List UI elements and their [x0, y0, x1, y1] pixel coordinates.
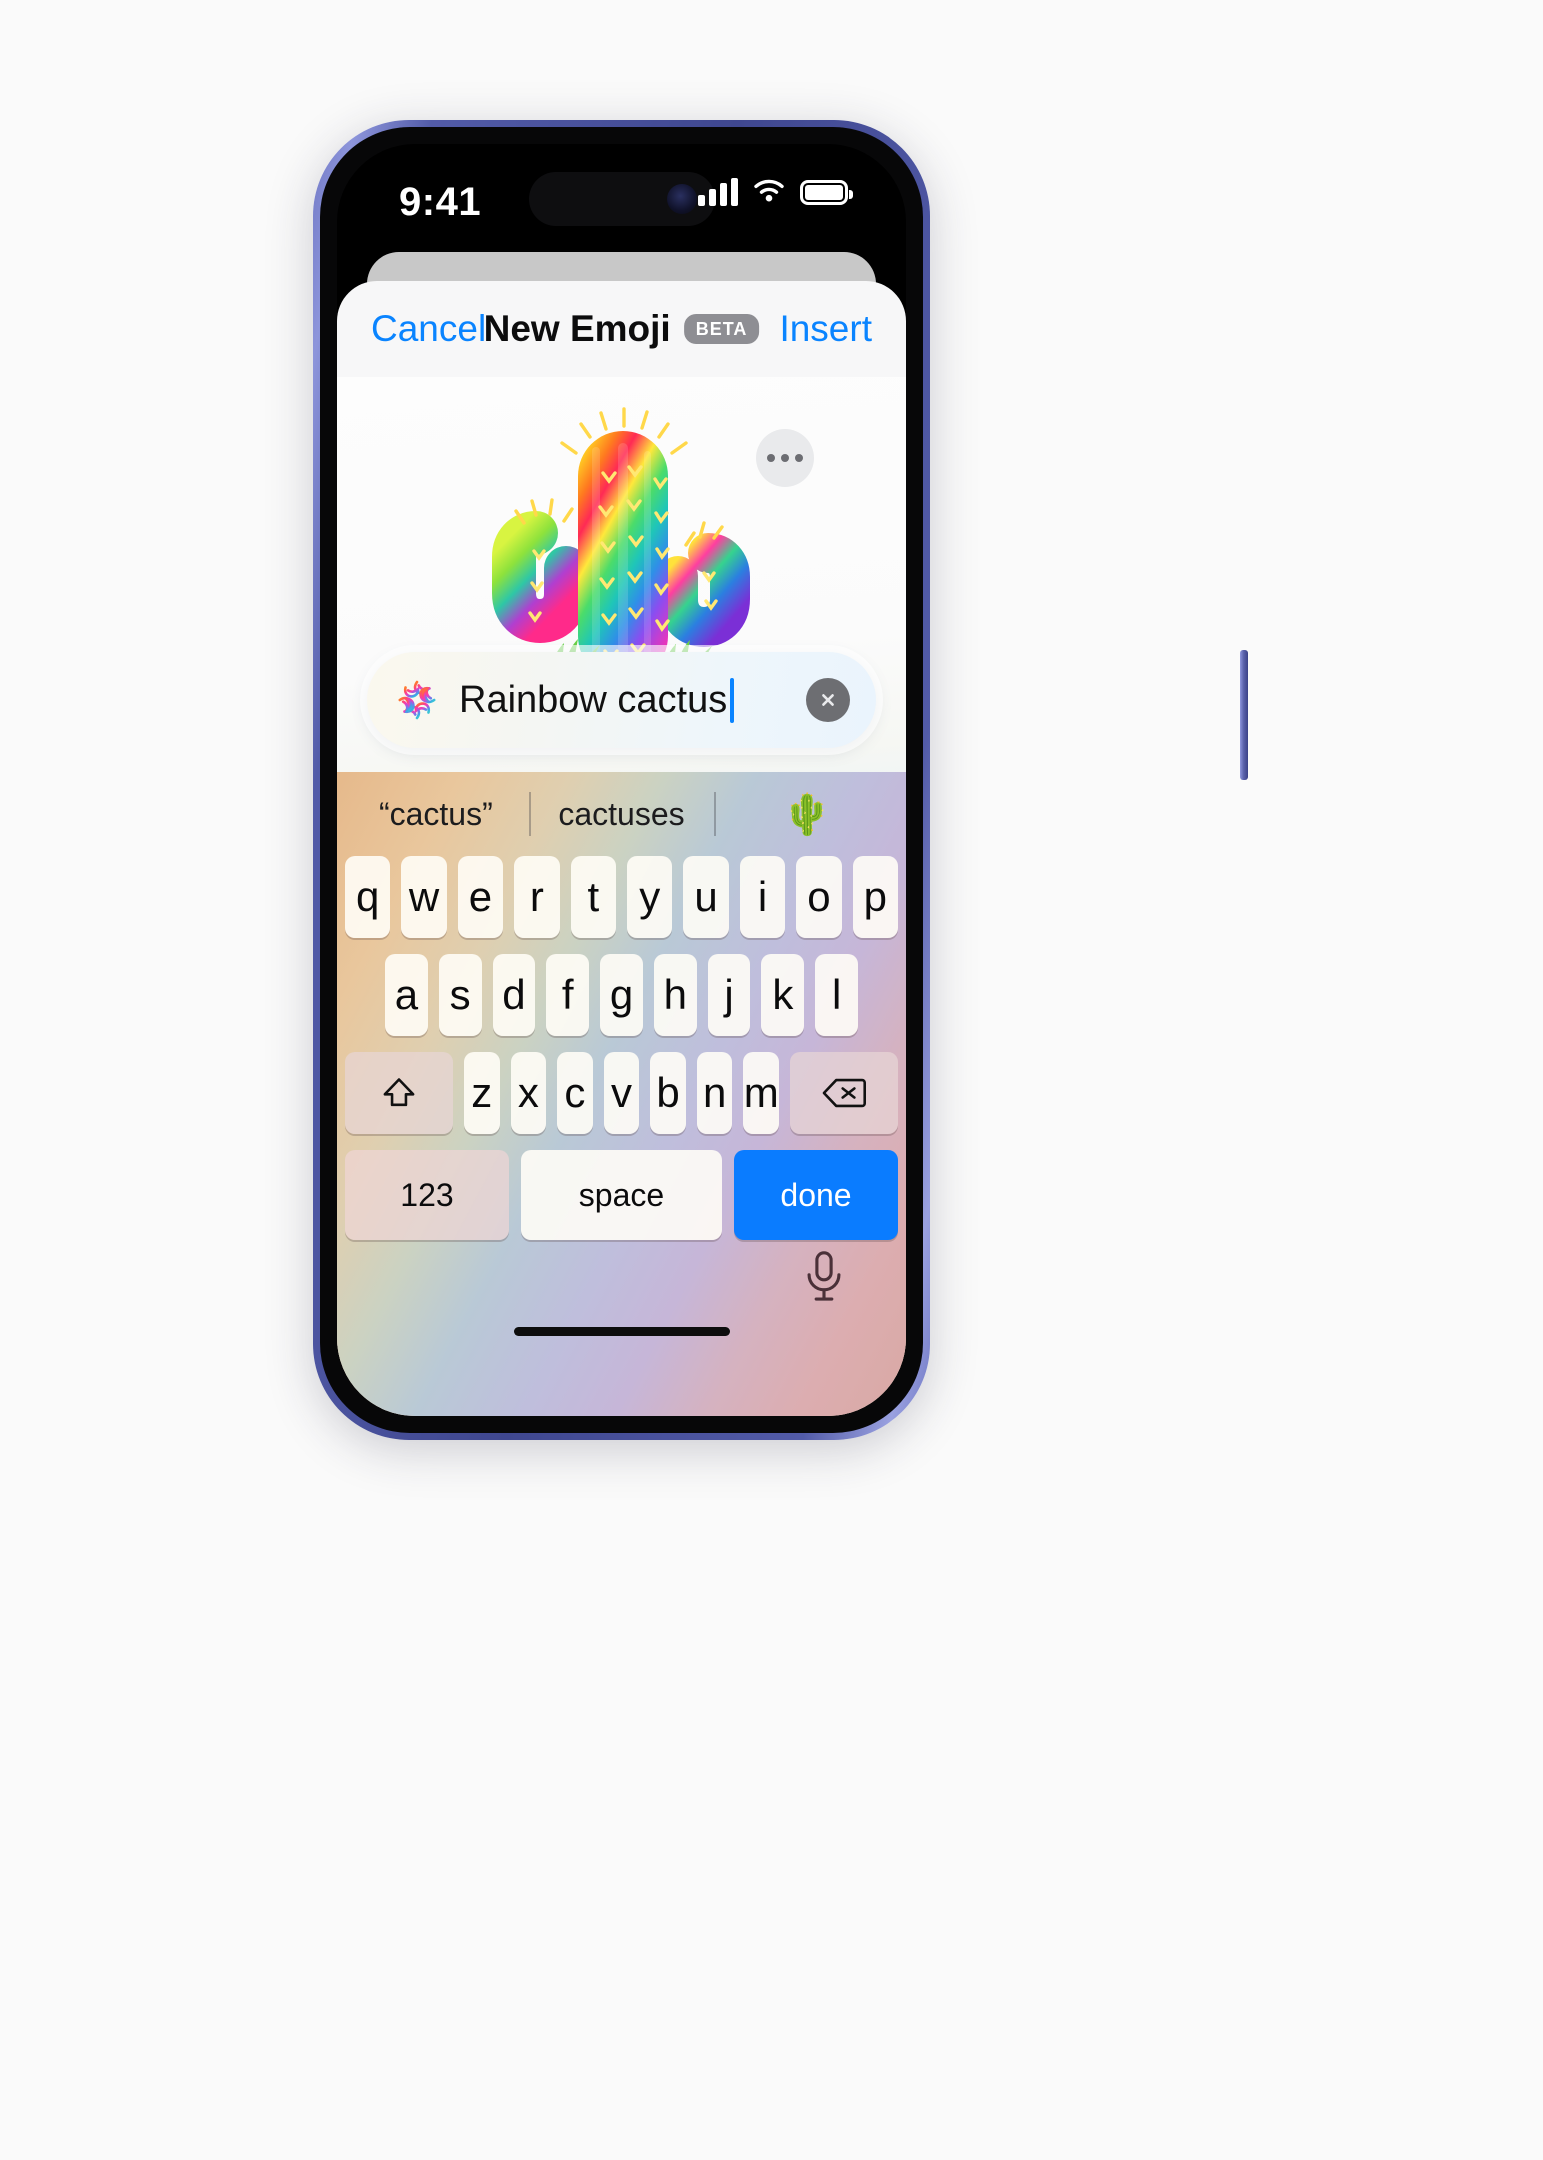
cancel-button[interactable]: Cancel	[371, 308, 486, 350]
close-icon	[822, 694, 834, 706]
backspace-icon[interactable]	[790, 1052, 899, 1134]
key-k[interactable]: k	[761, 954, 805, 1036]
wifi-icon	[754, 179, 784, 202]
suggestion-emoji[interactable]: 🌵	[714, 786, 900, 842]
suggestion-word[interactable]: cactuses	[528, 786, 715, 842]
keyboard-row-4: 123 space done	[337, 1150, 906, 1240]
home-indicator[interactable]	[513, 1327, 730, 1336]
key-o[interactable]: o	[796, 856, 842, 938]
key-h[interactable]: h	[653, 954, 697, 1036]
new-emoji-sheet: Cancel New Emoji BETA Insert Rainbow cac…	[337, 281, 906, 1416]
keyboard-bottom-bar	[337, 1240, 906, 1358]
shift-icon[interactable]	[344, 1052, 453, 1134]
key-s[interactable]: s	[438, 954, 482, 1036]
microphone-icon[interactable]	[804, 1250, 844, 1304]
key-u[interactable]: u	[683, 856, 729, 938]
sheet-title-group: New Emoji BETA	[484, 308, 760, 350]
suggestion-literal[interactable]: “cactus”	[343, 786, 529, 842]
key-x[interactable]: x	[510, 1052, 547, 1134]
clear-circle-icon[interactable]	[806, 678, 850, 722]
front-camera-icon	[667, 184, 698, 214]
prompt-field-text-row: Rainbow cactus	[459, 677, 806, 723]
key-a[interactable]: a	[384, 954, 428, 1036]
signal-bars-icon	[698, 178, 738, 206]
key-y[interactable]: y	[627, 856, 673, 938]
key-n[interactable]: n	[696, 1052, 733, 1134]
keyboard-row-1: q w e r t y u i o p	[337, 856, 906, 938]
apple-intelligence-icon	[398, 680, 436, 720]
power-button[interactable]	[1240, 650, 1248, 780]
key-q[interactable]: q	[344, 856, 391, 938]
insert-button[interactable]: Insert	[779, 308, 872, 350]
key-v[interactable]: v	[603, 1052, 640, 1134]
done-key[interactable]: done	[734, 1150, 898, 1240]
status-bar-time: 9:41	[399, 180, 482, 224]
screenshot-stage: 9:41 Cancel New Emoji BETA Insert Rainbo…	[0, 0, 1543, 2160]
key-m[interactable]: m	[743, 1052, 780, 1134]
key-e[interactable]: e	[457, 856, 504, 938]
page-title: New Emoji	[483, 308, 671, 349]
device-bezel: 9:41 Cancel New Emoji BETA Insert Rainbo…	[320, 127, 923, 1433]
iphone-device-frame: 9:41 Cancel New Emoji BETA Insert Rainbo…	[313, 120, 1248, 1440]
key-l[interactable]: l	[815, 954, 859, 1036]
keyboard-row-2: a s d f g h j k l	[337, 954, 906, 1036]
key-r[interactable]: r	[514, 856, 560, 938]
key-j[interactable]: j	[707, 954, 751, 1036]
numbers-key[interactable]: 123	[345, 1150, 509, 1240]
space-key[interactable]: space	[521, 1150, 722, 1240]
key-p[interactable]: p	[852, 856, 899, 938]
status-bar: 9:41	[337, 144, 906, 262]
backspace-glyph	[822, 1078, 867, 1108]
key-t[interactable]: t	[570, 856, 616, 938]
key-i[interactable]: i	[739, 856, 786, 938]
key-z[interactable]: z	[463, 1052, 500, 1134]
prompt-field-value: Rainbow cactus	[459, 678, 728, 721]
key-f[interactable]: f	[546, 954, 590, 1036]
key-w[interactable]: w	[401, 856, 447, 938]
key-b[interactable]: b	[650, 1052, 686, 1134]
status-bar-indicators	[698, 178, 853, 206]
sheet-navigation-bar: Cancel New Emoji BETA Insert	[337, 281, 906, 377]
beta-badge: BETA	[683, 314, 760, 344]
emoji-prompt-field[interactable]: Rainbow cactus	[367, 652, 876, 748]
key-d[interactable]: d	[492, 954, 536, 1036]
key-g[interactable]: g	[600, 954, 643, 1036]
keyboard-row-3: z x c v b n m	[337, 1052, 906, 1134]
emoji-preview-canvas: Rainbow cactus “cactus” cactuses 🌵 q w e…	[337, 377, 906, 1416]
key-c[interactable]: c	[557, 1052, 593, 1134]
ios-keyboard: “cactus” cactuses 🌵 q w e r t y u i o p …	[337, 772, 906, 1416]
shift-glyph	[383, 1078, 415, 1107]
prompt-field-container: Rainbow cactus	[337, 652, 906, 748]
text-cursor	[730, 677, 735, 723]
battery-icon	[800, 179, 853, 205]
predictive-suggestion-bar: “cactus” cactuses 🌵	[337, 772, 906, 856]
device-screen: 9:41 Cancel New Emoji BETA Insert Rainbo…	[337, 144, 906, 1416]
